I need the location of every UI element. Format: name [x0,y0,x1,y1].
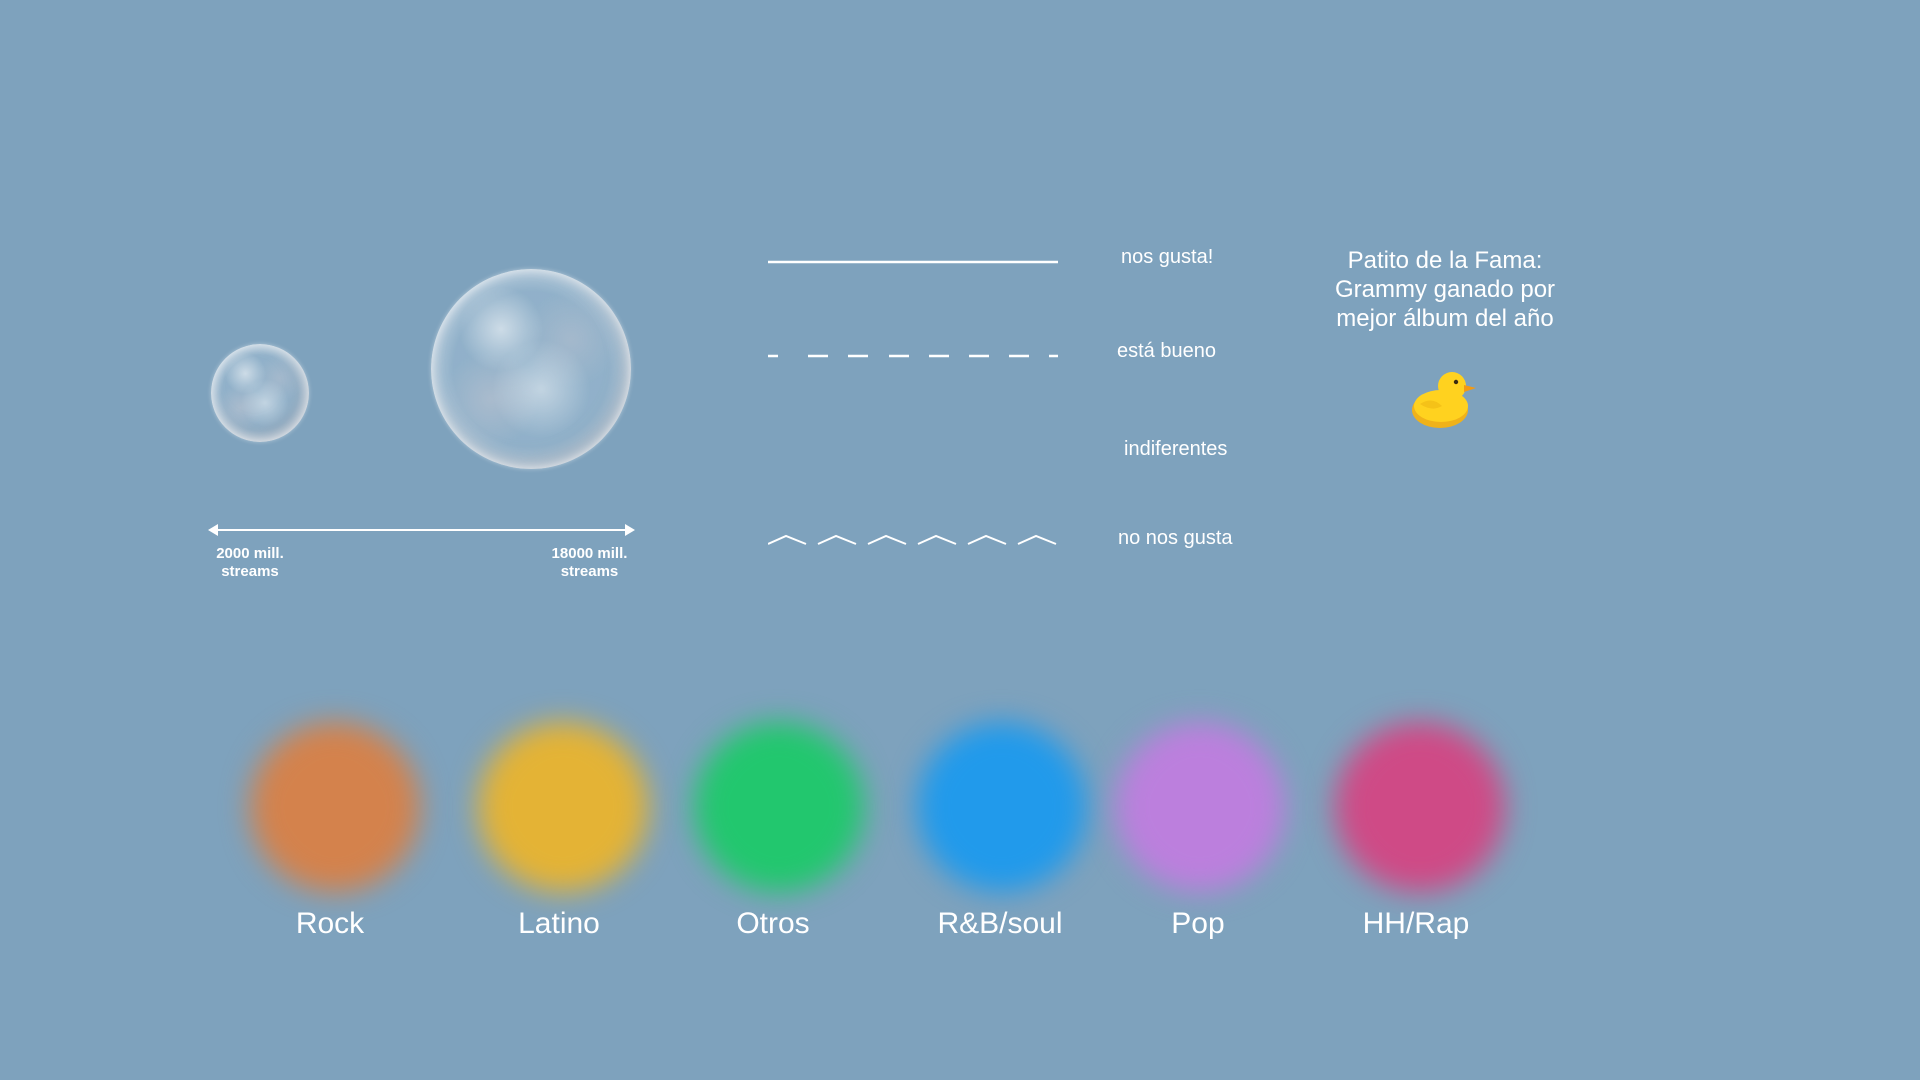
genre-label-hh-rap: HH/Rap [1362,907,1470,940]
genre-blob-pop [1115,722,1285,892]
scale-max-label: 18000 mill. streams [551,545,628,580]
genre-blob-rnb-soul [917,722,1087,892]
duck-legend-title: Patito de la Fama: Grammy ganado por mej… [1334,247,1556,332]
rubber-duck-icon [1412,372,1476,428]
bubble-large [431,269,631,469]
line-dashed [768,354,1058,358]
genre-label-latino: Latino [518,907,600,940]
line-label-none: indiferentes [1124,438,1228,460]
line-label-zigzag: no nos gusta [1118,527,1233,549]
genre-label-rock: Rock [295,907,365,940]
scale-arrow [208,524,635,536]
line-solid [768,260,1058,264]
bubble-small [211,344,309,442]
scale-min-label: 2000 mill. streams [216,545,284,580]
line-label-solid: nos gusta! [1121,246,1214,268]
genre-label-otros: Otros [736,907,810,940]
line-zigzag [768,534,1057,545]
genre-label-rnb-soul: R&B/soul [937,907,1063,940]
genre-blob-otros [694,722,864,892]
genre-label-pop: Pop [1171,907,1225,940]
genre-blob-hh-rap [1335,722,1505,892]
line-label-dashed: está bueno [1117,340,1216,362]
genre-blob-latino [478,722,648,892]
genre-blob-rock [250,722,420,892]
